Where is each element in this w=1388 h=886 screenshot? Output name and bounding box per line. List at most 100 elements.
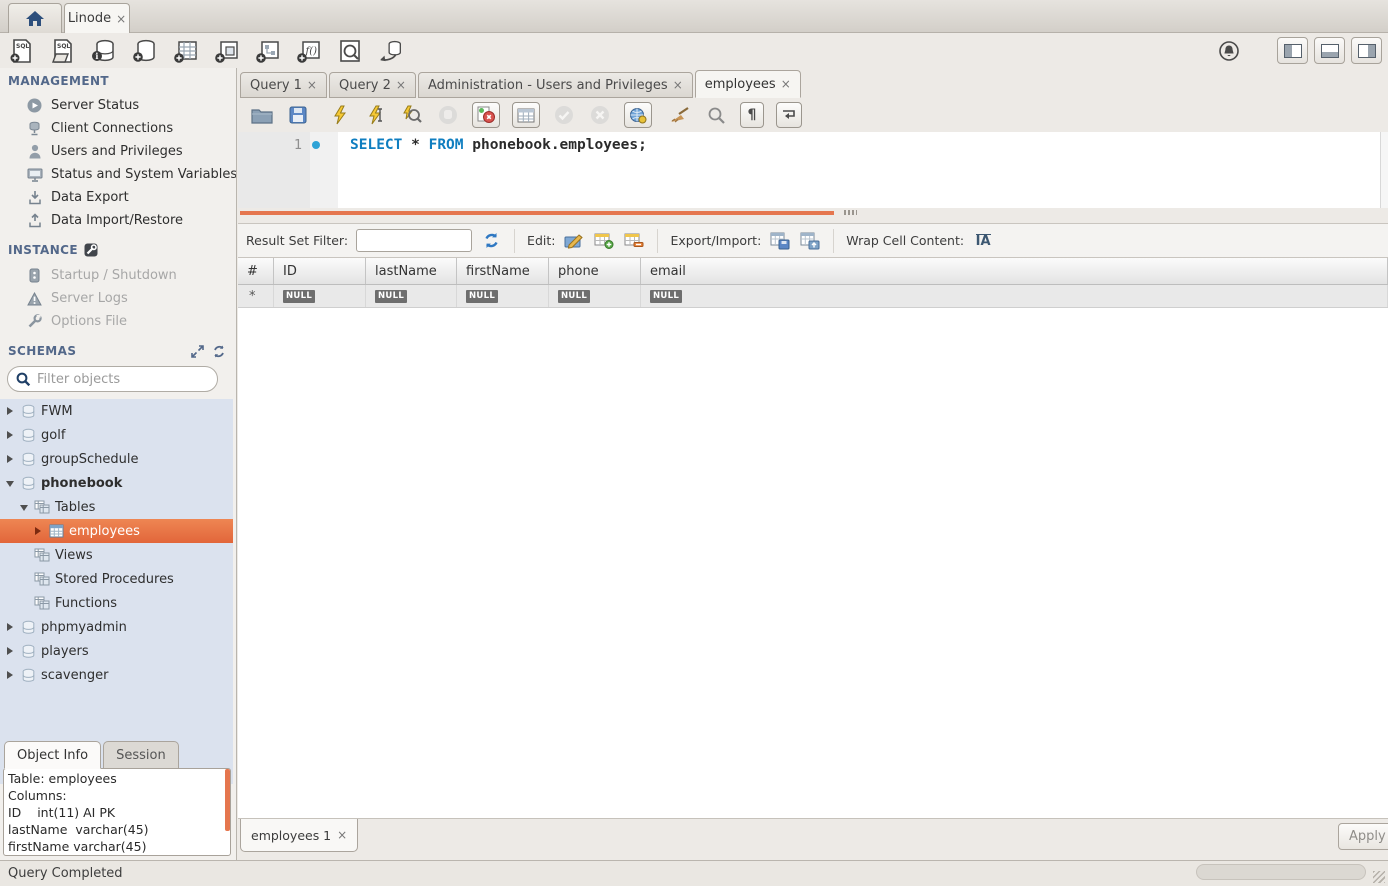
- chevron-right-icon[interactable]: [6, 431, 15, 440]
- instance-item[interactable]: Options File: [0, 310, 237, 333]
- create-table-icon[interactable]: [172, 37, 200, 65]
- insert-row-icon[interactable]: [593, 231, 615, 251]
- close-icon[interactable]: ×: [396, 78, 406, 92]
- management-item[interactable]: Status and System Variables: [0, 163, 237, 186]
- home-tab[interactable]: [8, 3, 62, 33]
- tree-item-phpmyadmin[interactable]: phpmyadmin: [0, 615, 233, 639]
- toggle-left-panel-button[interactable]: [1277, 37, 1308, 64]
- wrap-text-button[interactable]: [776, 102, 802, 128]
- insert-cell[interactable]: NULL: [549, 285, 641, 307]
- import-recordset-icon[interactable]: [799, 231, 821, 251]
- toggle-autocommit-button[interactable]: [624, 102, 652, 128]
- tree-item-functions[interactable]: Functions: [0, 591, 233, 615]
- instance-item[interactable]: Server Logs: [0, 287, 237, 310]
- management-item[interactable]: Users and Privileges: [0, 140, 237, 163]
- inspect-database-icon[interactable]: i: [90, 37, 118, 65]
- object-info-scrollbar[interactable]: [225, 769, 230, 831]
- tree-item-phonebook[interactable]: phonebook: [0, 471, 233, 495]
- object-info-tab[interactable]: Object Info: [4, 741, 101, 769]
- open-file-icon[interactable]: [250, 103, 274, 127]
- create-schema-icon[interactable]: [131, 37, 159, 65]
- search-table-data-icon[interactable]: [336, 37, 364, 65]
- chevron-down-icon[interactable]: [6, 479, 15, 488]
- export-recordset-icon[interactable]: [769, 231, 791, 251]
- create-function-icon[interactable]: f(): [295, 37, 323, 65]
- instance-item[interactable]: Startup / Shutdown: [0, 264, 237, 287]
- chevron-right-icon[interactable]: [6, 455, 15, 464]
- close-icon[interactable]: ×: [337, 828, 347, 842]
- apply-button[interactable]: Apply: [1338, 823, 1388, 850]
- sql-editor[interactable]: 1 SELECT * FROM phonebook.employees;: [238, 132, 1380, 208]
- editor-result-splitter[interactable]: [240, 211, 834, 215]
- chevron-right-icon[interactable]: [6, 647, 15, 656]
- editor-tab[interactable]: Query 1 ×: [240, 72, 327, 98]
- beautify-icon[interactable]: [668, 103, 692, 127]
- column-header-email[interactable]: email: [641, 258, 1388, 284]
- insert-cell[interactable]: NULL: [366, 285, 457, 307]
- resultset-tab[interactable]: employees 1 ×: [240, 819, 358, 852]
- tree-item-groupschedule[interactable]: groupSchedule: [0, 447, 233, 471]
- close-icon[interactable]: ×: [307, 78, 317, 92]
- tree-item-fwm[interactable]: FWM: [0, 399, 233, 423]
- toggle-bottom-panel-button[interactable]: [1314, 37, 1345, 64]
- editor-tab[interactable]: Query 2 ×: [329, 72, 416, 98]
- column-header-#[interactable]: #: [238, 258, 274, 284]
- reconnect-dbms-icon[interactable]: [377, 37, 405, 65]
- management-item[interactable]: Server Status: [0, 94, 237, 117]
- chevron-right-icon[interactable]: [6, 623, 15, 632]
- editor-tab[interactable]: Administration - Users and Privileges ×: [418, 72, 693, 98]
- column-header-lastName[interactable]: lastName: [366, 258, 457, 284]
- execute-icon[interactable]: [328, 103, 352, 127]
- open-sql-script-icon[interactable]: SQL: [49, 37, 77, 65]
- execute-current-icon[interactable]: [364, 103, 388, 127]
- schema-filter[interactable]: [7, 366, 218, 392]
- window-resize-grip[interactable]: [1373, 871, 1385, 883]
- editor-splitter-grip[interactable]: [844, 210, 857, 215]
- toggle-right-panel-button[interactable]: [1351, 37, 1382, 64]
- delete-row-icon[interactable]: [623, 231, 645, 251]
- create-procedure-icon[interactable]: [254, 37, 282, 65]
- column-header-phone[interactable]: phone: [549, 258, 641, 284]
- new-sql-tab-icon[interactable]: SQL: [8, 37, 36, 65]
- insert-cell[interactable]: NULL: [274, 285, 366, 307]
- invisible-characters-button[interactable]: ¶: [740, 102, 764, 128]
- explain-icon[interactable]: [400, 103, 424, 127]
- toggle-stop-on-error-button[interactable]: [472, 102, 500, 128]
- tree-item-golf[interactable]: golf: [0, 423, 233, 447]
- close-icon[interactable]: ×: [781, 77, 791, 91]
- save-icon[interactable]: [286, 103, 310, 127]
- management-item[interactable]: Client Connections: [0, 117, 237, 140]
- insert-cell[interactable]: NULL: [457, 285, 549, 307]
- tree-item-stored-procedures[interactable]: Stored Procedures: [0, 567, 233, 591]
- management-item[interactable]: Data Export: [0, 186, 237, 209]
- create-view-icon[interactable]: [213, 37, 241, 65]
- schema-filter-input[interactable]: [37, 372, 187, 387]
- chevron-right-icon[interactable]: [34, 527, 43, 536]
- connection-tab[interactable]: Linode ×: [64, 3, 130, 33]
- insert-cell[interactable]: NULL: [641, 285, 1388, 307]
- object-info-tab[interactable]: Session: [103, 741, 179, 769]
- chevron-right-icon[interactable]: [6, 671, 15, 680]
- result-grid-body[interactable]: [238, 308, 1388, 818]
- refresh-schemas-icon[interactable]: [212, 345, 226, 358]
- column-header-firstName[interactable]: firstName: [457, 258, 549, 284]
- result-filter-input[interactable]: [356, 229, 472, 252]
- edit-record-icon[interactable]: [563, 231, 585, 251]
- tree-item-views[interactable]: Views: [0, 543, 233, 567]
- management-item[interactable]: Data Import/Restore: [0, 209, 237, 232]
- notifications-icon[interactable]: [1215, 37, 1243, 65]
- find-icon[interactable]: [704, 103, 728, 127]
- horizontal-scrollbar[interactable]: [1196, 864, 1366, 880]
- close-icon[interactable]: ×: [116, 12, 126, 26]
- wrap-cell-content-icon[interactable]: IA: [972, 231, 994, 251]
- editor-tab[interactable]: employees ×: [695, 70, 801, 98]
- close-icon[interactable]: ×: [673, 78, 683, 92]
- chevron-right-icon[interactable]: [6, 407, 15, 416]
- tree-item-tables[interactable]: Tables: [0, 495, 233, 519]
- chevron-down-icon[interactable]: [20, 503, 29, 512]
- tree-item-players[interactable]: players: [0, 639, 233, 663]
- tree-item-employees[interactable]: employees: [0, 519, 233, 543]
- editor-scrollbar[interactable]: [1380, 132, 1388, 208]
- column-header-ID[interactable]: ID: [274, 258, 366, 284]
- expand-schemas-icon[interactable]: [191, 345, 204, 358]
